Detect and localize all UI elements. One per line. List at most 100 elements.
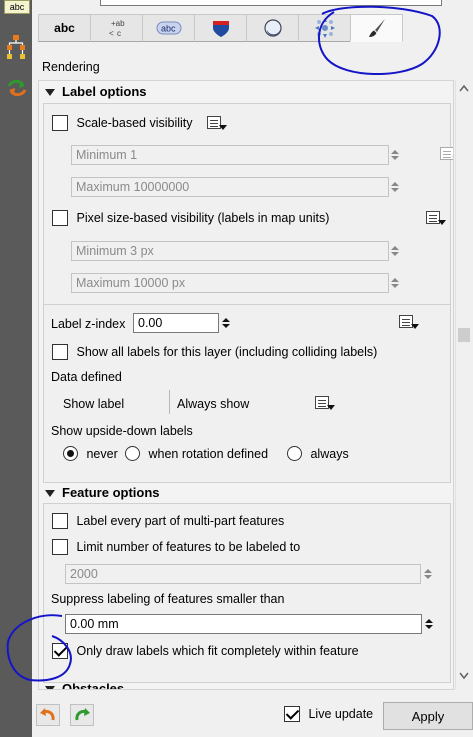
limit-number-row: Limit number of features to be labeled t…	[52, 539, 300, 555]
left-toolbar: abc	[0, 0, 32, 737]
limit-spinner[interactable]	[421, 565, 435, 583]
suppress-spinner[interactable]	[422, 615, 436, 633]
show-all-label: Show all labels for this layer (includin…	[76, 345, 378, 359]
suppress-field[interactable]: 0.00 mm	[65, 614, 422, 634]
svg-text:c: c	[117, 29, 121, 38]
scale-based-checkbox[interactable]	[52, 115, 68, 131]
min-px-field[interactable]: Minimum 3 px	[71, 241, 389, 261]
formatting-tab-icon: +ab < c	[109, 19, 125, 38]
background-shield-icon	[212, 21, 229, 37]
undo-redo-icon[interactable]	[6, 78, 28, 98]
limit-value: 2000	[70, 567, 98, 581]
feature-options-title: Feature options	[62, 485, 160, 500]
radio-rotation[interactable]: when rotation defined	[125, 446, 269, 462]
z-index-spinner[interactable]	[219, 314, 233, 332]
label-badge-icon[interactable]: abc	[4, 0, 30, 14]
live-update-row: Live update	[284, 706, 373, 722]
z-index-label: Label z-index	[51, 317, 126, 331]
max-scale-spinner[interactable]	[388, 178, 402, 196]
redo-icon[interactable]	[70, 704, 94, 726]
undo-icon[interactable]	[36, 704, 60, 726]
section-title-rendering: Rendering	[42, 60, 100, 74]
tab-rendering[interactable]	[350, 14, 403, 42]
radio-always-button[interactable]	[287, 446, 302, 462]
min-scale-spinner[interactable]	[388, 146, 402, 164]
tab-text[interactable]: abc	[38, 14, 91, 42]
show-all-checkbox[interactable]	[52, 344, 68, 360]
rendering-brush-icon	[368, 19, 385, 37]
radio-never[interactable]: never	[63, 446, 118, 462]
max-scale-field[interactable]: Maximum 10000000	[71, 177, 389, 197]
max-px-field[interactable]: Maximum 10000 px	[71, 273, 389, 293]
radio-never-label: never	[86, 446, 118, 461]
every-part-row: Label every part of multi-part features	[52, 513, 284, 529]
every-part-checkbox[interactable]	[52, 513, 68, 529]
pixel-based-row: Pixel size-based visibility (labels in m…	[52, 210, 329, 226]
min-scale-value: Minimum 1	[76, 148, 138, 162]
data-defined-override-icon[interactable]	[398, 313, 420, 331]
tab-shadow[interactable]	[246, 14, 299, 42]
show-all-row: Show all labels for this layer (includin…	[52, 344, 377, 360]
limit-number-checkbox[interactable]	[52, 539, 68, 555]
suppress-label: Suppress labeling of features smaller th…	[51, 592, 285, 606]
rendering-panel: Label options Scale-based visibility Min…	[38, 80, 454, 690]
pixel-based-label: Pixel size-based visibility (labels in m…	[76, 211, 330, 225]
max-px-spinner[interactable]	[388, 274, 402, 292]
upside-down-label: Show upside-down labels	[51, 424, 193, 438]
data-defined-label: Data defined	[51, 370, 122, 384]
label-options-header[interactable]: Label options	[45, 84, 147, 99]
data-defined-override-icon[interactable]	[425, 209, 447, 227]
label-options-title: Label options	[62, 84, 147, 99]
min-px-value: Minimum 3 px	[76, 244, 154, 258]
data-defined-override-icon[interactable]	[206, 114, 228, 132]
feature-options-header[interactable]: Feature options	[45, 485, 160, 500]
only-fit-row: Only draw labels which fit completely wi…	[52, 643, 359, 659]
vertical-scrollbar[interactable]	[455, 80, 473, 690]
data-defined-override-icon[interactable]	[314, 394, 336, 412]
obstacles-header[interactable]: Obstacles	[45, 681, 125, 690]
buffer-tab-icon: abc	[156, 21, 181, 35]
collapse-triangle-icon[interactable]	[45, 89, 55, 97]
max-scale-value: Maximum 10000000	[76, 180, 190, 194]
radio-rotation-button[interactable]	[125, 446, 140, 462]
apply-button[interactable]: Apply	[383, 702, 473, 730]
scale-based-row: Scale-based visibility	[52, 115, 193, 131]
divider	[43, 304, 451, 305]
scale-based-label: Scale-based visibility	[76, 116, 193, 130]
top-input-field[interactable]	[100, 0, 442, 6]
tab-background[interactable]	[194, 14, 247, 42]
radio-always-label: always	[310, 446, 349, 461]
obstacles-title: Obstacles	[62, 681, 125, 690]
label-settings-tabs: abc +ab < c abc	[38, 14, 412, 42]
scroll-down-icon[interactable]	[459, 672, 469, 680]
limit-value-field[interactable]: 2000	[65, 564, 421, 584]
min-px-spinner[interactable]	[388, 242, 402, 260]
every-part-label: Label every part of multi-part features	[76, 514, 285, 528]
radio-rotation-label: when rotation defined	[148, 446, 269, 461]
collapse-triangle-icon[interactable]	[45, 686, 55, 689]
z-index-value: 0.00	[138, 316, 163, 330]
radio-never-button[interactable]	[63, 446, 78, 462]
pixel-based-checkbox[interactable]	[52, 210, 68, 226]
only-fit-checkbox[interactable]	[52, 643, 68, 659]
radio-always[interactable]: always	[287, 446, 349, 462]
collapse-triangle-icon[interactable]	[45, 490, 55, 498]
placement-icon	[314, 18, 335, 38]
tab-formatting[interactable]: +ab < c	[90, 14, 143, 42]
scroll-thumb[interactable]	[458, 328, 470, 342]
limit-number-label: Limit number of features to be labeled t…	[76, 540, 301, 554]
z-index-field[interactable]: 0.00	[133, 313, 219, 333]
only-fit-label: Only draw labels which fit completely wi…	[76, 644, 359, 658]
tab-buffer[interactable]: abc	[142, 14, 195, 42]
shadow-icon	[263, 19, 282, 37]
always-show-text: Always show	[177, 397, 250, 411]
max-px-value: Maximum 10000 px	[76, 276, 186, 290]
scroll-up-icon[interactable]	[459, 84, 469, 92]
min-scale-field[interactable]: Minimum 1	[71, 145, 389, 165]
suppress-value: 0.00 mm	[70, 617, 119, 631]
structure-icon[interactable]	[6, 34, 26, 60]
svg-text:abc: abc	[161, 24, 176, 34]
data-defined-override-icon[interactable]	[439, 145, 453, 163]
tab-placement[interactable]	[298, 14, 351, 42]
live-update-checkbox[interactable]	[284, 706, 300, 722]
